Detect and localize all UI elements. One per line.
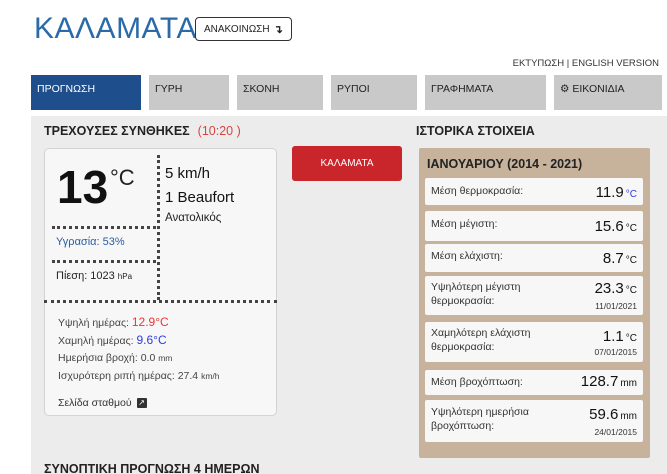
history-row: Μέση θερμοκρασία: 11.9 °C [425, 178, 643, 205]
history-number: 15.6 [594, 218, 624, 235]
vertical-divider [157, 155, 160, 300]
station-link-label: Σελίδα σταθμού [58, 397, 132, 409]
tab-bar: ΠΡΟΓΝΩΣΗ ΓΥΡΗ ΣΚΟΝΗ ΡΥΠΟΙ ΓΡΑΦΗΜΑΤΑ ⚙ ΕΙ… [31, 75, 662, 110]
history-row: Υψηλότερη ημερήσια βροχόπτωση: 59.6 mm 24… [425, 400, 643, 442]
daily-gust-value: 27.4 [177, 370, 199, 382]
history-label: Χαμηλότερη ελάχιστη θερμοκρασία: [431, 327, 531, 353]
history-unit: mm [620, 411, 637, 422]
history-number: 8.7 [602, 250, 624, 267]
divider [52, 260, 156, 263]
history-value: 11.9 °C [596, 184, 637, 201]
history-unit: °C [625, 285, 637, 296]
history-unit: °C [625, 255, 637, 266]
history-date: 24/01/2015 [594, 427, 637, 437]
history-row: Μέση ελάχιστη: 8.7 °C [425, 244, 643, 272]
history-number: 11.9 [595, 184, 624, 201]
english-version-link[interactable]: ENGLISH VERSION [572, 58, 659, 69]
forecast-4day-title: ΣΥΝΟΠΤΙΚΗ ΠΡΟΓΝΩΣΗ 4 ΗΜΕΡΩΝ [44, 462, 260, 474]
tab-pollutants[interactable]: ΡΥΠΟΙ [331, 75, 417, 110]
temperature-unit: °C [110, 165, 135, 190]
history-value: 1.1 °C [603, 328, 637, 345]
top-links: ΕΚΤΥΠΩΣΗ | ENGLISH VERSION [513, 58, 659, 69]
history-value: 128.7 mm [581, 373, 637, 390]
pressure-unit: hPa [117, 272, 133, 281]
history-row: Χαμηλότερη ελάχιστη θερμοκρασία: 1.1 °C 0… [425, 322, 643, 362]
history-unit: mm [620, 378, 637, 389]
history-label: Μέση ελάχιστη: [431, 250, 503, 262]
tab-label: ΠΡΟΓΝΩΣΗ [37, 83, 96, 95]
page-title: ΚΑΛΑΜΑΤΑ [34, 12, 197, 45]
daily-low: Χαμηλή ημέρας: 9.6°C [58, 333, 167, 347]
pressure: Πίεση: 1023 hPa [56, 270, 132, 282]
wind-beaufort: 1 Beaufort [165, 189, 235, 206]
history-period: ΙΑΝΟΥΑΡΙΟΥ (2014 - 2021) [427, 157, 583, 171]
history-row: Μέση βροχόπτωση: 128.7 mm [425, 370, 643, 395]
tab-label: ΓΥΡΗ [155, 83, 183, 95]
tab-charts[interactable]: ΓΡΑΦΗΜΑΤΑ [425, 75, 546, 110]
history-number: 59.6 [589, 406, 619, 423]
divider [44, 300, 277, 303]
daily-high-value: 12.9°C [131, 315, 169, 329]
daily-gust: Ισχυρότερη ριπή ημέρας: 27.4 km/h [58, 370, 219, 382]
history-date: 07/01/2015 [594, 347, 637, 357]
current-conditions-title: ΤΡΕΧΟΥΣΕΣ ΣΥΝΘΗΚΕΣ (10:20 ) [44, 124, 241, 138]
city-select-button[interactable]: ΚΑΛΑΜΑΤΑ [292, 146, 402, 181]
temperature-value: 13 [57, 161, 109, 213]
tab-label: ΣΚΟΝΗ [243, 83, 280, 95]
gear-icon: ⚙ [560, 83, 570, 95]
history-label: Υψηλότερη ημερήσια βροχόπτωση: [431, 406, 529, 432]
history-number: 23.3 [594, 280, 624, 297]
tab-widgets[interactable]: ⚙ ΕΙΚΟΝΙΔΙΑ [554, 75, 662, 110]
history-label: Μέση μέγιστη: [431, 218, 498, 230]
humidity: Υγρασία: 53% [56, 236, 125, 248]
history-label: Μέση θερμοκρασία: [431, 185, 524, 197]
daily-gust-label: Ισχυρότερη ριπή ημέρας: [58, 370, 175, 382]
daily-rain-unit: mm [158, 353, 173, 363]
history-unit: °C [625, 223, 637, 234]
announcement-label: ΑΝΑΚΟΙΝΩΣΗ [204, 23, 270, 35]
update-time: (10:20 ) [197, 124, 241, 138]
history-row: Υψηλότερη μέγιστη θερμοκρασία: 23.3 °C 11… [425, 276, 643, 315]
tab-label: ΓΡΑΦΗΜΑΤΑ [431, 83, 494, 95]
history-value: 15.6 °C [595, 218, 637, 235]
history-label: Μέση βροχόπτωση: [431, 376, 523, 388]
arrow-down-icon: ↴ [273, 23, 283, 36]
history-value: 59.6 mm [589, 406, 637, 423]
daily-gust-unit: km/h [201, 371, 220, 381]
daily-high: Υψηλή ημέρας: 12.9°C [58, 315, 169, 329]
daily-high-label: Υψηλή ημέρας: [58, 317, 129, 329]
history-unit: °C [625, 189, 637, 200]
history-title: ΙΣΤΟΡΙΚΑ ΣΤΟΙΧΕΙΑ [416, 124, 535, 138]
tab-forecast[interactable]: ΠΡΟΓΝΩΣΗ [31, 75, 141, 110]
station-page-link[interactable]: Σελίδα σταθμού ↗ [58, 397, 147, 409]
daily-rain-value: 0.0 [140, 352, 156, 364]
history-date: 11/01/2021 [595, 301, 637, 311]
history-value: 8.7 °C [603, 250, 637, 267]
wind-speed: 5 km/h [165, 165, 211, 182]
daily-low-value: 9.6°C [136, 333, 167, 347]
wind-direction: Ανατολικός [165, 212, 222, 224]
tab-pollen[interactable]: ΓΥΡΗ [149, 75, 229, 110]
history-unit: °C [625, 333, 637, 344]
current-conditions-label: ΤΡΕΧΟΥΣΕΣ ΣΥΝΘΗΚΕΣ [44, 124, 190, 138]
daily-rain: Ημερήσια βροχή: 0.0 mm [58, 352, 172, 364]
link-separator: | [566, 58, 570, 69]
history-value: 23.3 °C [595, 280, 637, 297]
pressure-value: Πίεση: 1023 [56, 270, 115, 282]
tab-dust[interactable]: ΣΚΟΝΗ [237, 75, 323, 110]
daily-rain-label: Ημερήσια βροχή: [58, 352, 138, 364]
daily-low-label: Χαμηλή ημέρας: [58, 335, 134, 347]
history-number: 128.7 [580, 373, 619, 390]
history-row: Μέση μέγιστη: 15.6 °C [425, 211, 643, 241]
tab-label: ΡΥΠΟΙ [337, 83, 370, 95]
announcement-button[interactable]: ΑΝΑΚΟΙΝΩΣΗ ↴ [195, 17, 292, 41]
print-link[interactable]: ΕΚΤΥΠΩΣΗ [513, 58, 565, 69]
tab-label: ΕΙΚΟΝΙΔΙΑ [572, 83, 625, 95]
history-number: 1.1 [602, 328, 624, 345]
divider [52, 226, 156, 229]
external-link-icon: ↗ [136, 398, 147, 408]
history-label: Υψηλότερη μέγιστη θερμοκρασία: [431, 281, 521, 307]
